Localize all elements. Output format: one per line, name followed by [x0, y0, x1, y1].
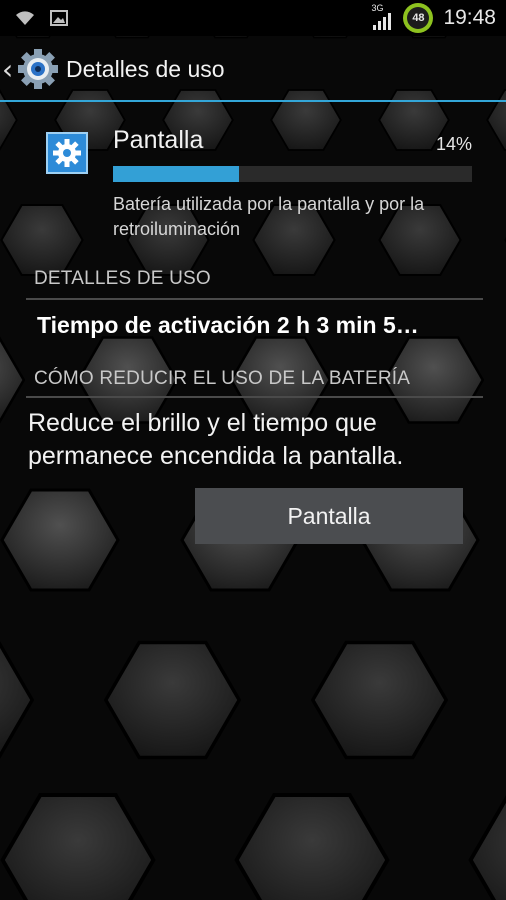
battery-level: 48	[407, 7, 430, 29]
section-header-reduce-usage: CÓMO REDUCIR EL USO DE LA BATERÍA	[34, 368, 411, 389]
usage-percent: 14%	[435, 134, 472, 154]
gear-icon	[46, 132, 88, 174]
section-divider	[26, 396, 483, 398]
usage-item-description: Batería utilizada por la pantalla y por …	[113, 194, 425, 239]
action-bar-divider	[0, 100, 506, 102]
battery-icon: 48	[403, 3, 434, 33]
section-divider	[26, 298, 483, 300]
back-chevron-icon[interactable]: ‹	[2, 53, 16, 86]
clock: 19:48	[443, 6, 496, 29]
section-header-usage-details: DETALLES DE USO	[34, 268, 211, 289]
tip-text: Reduce el brillo y el tiempo que permane…	[28, 409, 404, 470]
usage-progress-fill	[113, 166, 239, 182]
signal-icon: 3G	[371, 3, 393, 31]
page-title: Detalles de uso	[66, 55, 225, 82]
wifi-icon	[16, 11, 34, 25]
usage-item-title: Pantalla	[113, 126, 204, 154]
activation-time-row: Tiempo de activación 2 h 3 min 5…	[37, 312, 419, 338]
screen-settings-button[interactable]: Pantalla	[195, 488, 463, 544]
settings-app-icon[interactable]	[18, 49, 58, 89]
status-bar: 3G 48 19:48	[0, 0, 506, 36]
action-bar: ‹ Detalles de uso	[0, 36, 506, 102]
usage-progress-bar	[113, 166, 472, 182]
image-notification-icon	[50, 10, 68, 26]
